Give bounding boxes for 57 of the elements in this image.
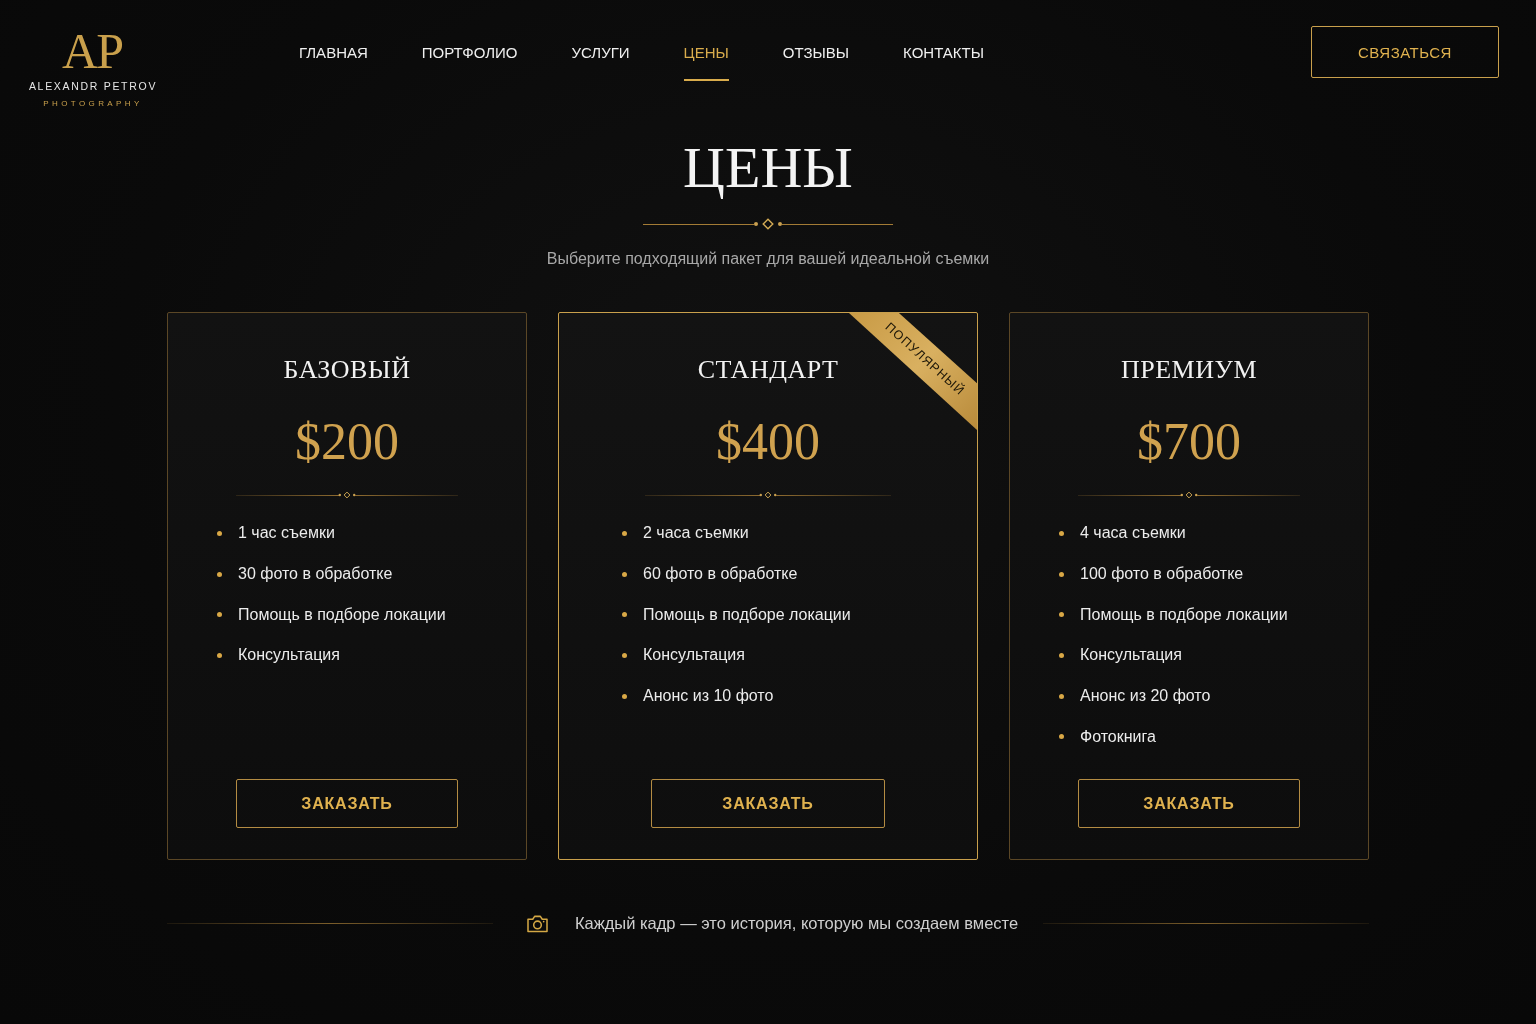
diamond-ornament-icon bbox=[759, 491, 777, 499]
plan-price: $400 bbox=[716, 412, 820, 472]
nav-link[interactable]: КОНТАКТЫ bbox=[903, 44, 985, 81]
feature-text: Консультация bbox=[643, 646, 745, 665]
bullet-icon bbox=[622, 612, 627, 618]
camera-icon bbox=[525, 914, 549, 933]
footer-quote: Каждый кадр — это история, которую мы создаем вместе bbox=[574, 914, 1019, 933]
feature-text: Консультация bbox=[238, 646, 340, 665]
bullet-icon bbox=[622, 652, 627, 658]
bullet-icon bbox=[622, 693, 627, 699]
feature-text: Анонс из 20 фото bbox=[1080, 687, 1211, 706]
bullet-icon bbox=[622, 571, 627, 577]
section-subtitle: Выберите подходящий пакет для вашей идеальной съемки bbox=[546, 249, 990, 269]
bullet-icon bbox=[217, 530, 222, 536]
nav-link[interactable]: ЦЕНЫ bbox=[683, 44, 729, 81]
bullet-icon bbox=[1059, 530, 1064, 536]
bullet-icon bbox=[217, 652, 222, 658]
plan-name: ПРЕМИУМ bbox=[1120, 354, 1257, 386]
diamond-ornament-icon bbox=[753, 218, 783, 230]
feature-text: Анонс из 10 фото bbox=[643, 687, 774, 706]
contact-button[interactable]: СВЯЗАТЬСЯ bbox=[1311, 26, 1499, 78]
feature-text: 100 фото в обработке bbox=[1080, 565, 1244, 584]
order-button[interactable]: ЗАКАЗАТЬ bbox=[1078, 779, 1300, 828]
feature-text: 60 фото в обработке bbox=[643, 565, 798, 584]
plan-name: БАЗОВЫЙ bbox=[283, 354, 411, 386]
diamond-ornament-icon bbox=[338, 491, 356, 499]
nav-link[interactable]: ПОРТФОЛИО bbox=[421, 44, 518, 81]
bullet-icon bbox=[217, 612, 222, 618]
diamond-ornament-icon bbox=[1180, 491, 1198, 499]
feature-text: Помощь в подборе локации bbox=[643, 605, 851, 624]
bullet-icon bbox=[1059, 612, 1064, 618]
feature-text: Помощь в подборе локации bbox=[238, 605, 446, 624]
bullet-icon bbox=[1059, 571, 1064, 577]
plan-price: $200 bbox=[295, 412, 399, 472]
logo-name: ALEXANDR PETROV bbox=[28, 80, 158, 92]
nav-link[interactable]: УСЛУГИ bbox=[571, 44, 630, 81]
bullet-icon bbox=[1059, 693, 1064, 699]
feature-text: 1 час съемки bbox=[238, 524, 335, 543]
feature-text: Фотокнига bbox=[1080, 727, 1156, 746]
feature-text: 4 часа съемки bbox=[1080, 524, 1186, 543]
bullet-icon bbox=[1059, 734, 1064, 740]
nav-link[interactable]: ГЛАВНАЯ bbox=[299, 44, 368, 81]
feature-text: 2 часа съемки bbox=[643, 524, 749, 543]
bullet-icon bbox=[622, 530, 627, 536]
order-button[interactable]: ЗАКАЗАТЬ bbox=[651, 779, 885, 828]
logo-tagline: PHOTOGRAPHY bbox=[43, 99, 143, 108]
order-button[interactable]: ЗАКАЗАТЬ bbox=[236, 779, 458, 828]
feature-text: Консультация bbox=[1080, 646, 1182, 665]
bullet-icon bbox=[217, 571, 222, 577]
feature-text: 30 фото в обработке bbox=[238, 565, 393, 584]
feature-text: Помощь в подборе локации bbox=[1080, 605, 1288, 624]
plan-price: $700 bbox=[1137, 412, 1241, 472]
section-title: ЦЕНЫ bbox=[683, 138, 853, 198]
logo-monogram: AP bbox=[61, 28, 123, 74]
bullet-icon bbox=[1059, 652, 1064, 658]
nav-link[interactable]: ОТЗЫВЫ bbox=[782, 44, 850, 81]
plan-name: СТАНДАРТ bbox=[697, 354, 839, 386]
